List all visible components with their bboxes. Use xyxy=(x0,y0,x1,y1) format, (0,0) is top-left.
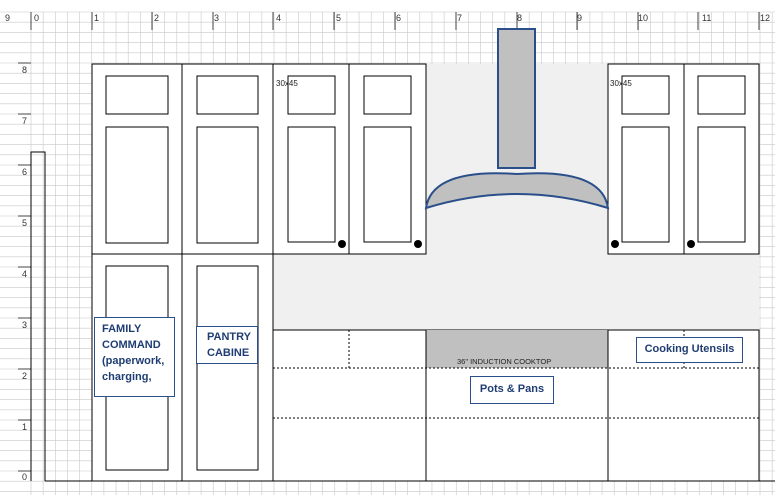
door-panel xyxy=(697,75,746,115)
family-command-label: FAMILY COMMAND (paperwork, charging, xyxy=(94,317,175,397)
left-ruler: 8 7 6 5 4 3 2 1 0 xyxy=(22,65,27,482)
ruler-top-1: 1 xyxy=(94,13,99,23)
ruler-top-0: 0 xyxy=(34,13,39,23)
tall-cabinet-pantry xyxy=(181,63,274,482)
cabinet-size-label: 30x45 xyxy=(276,79,298,88)
pots-pans-label: Pots & Pans xyxy=(470,376,554,404)
ruler-top-9b: 9 xyxy=(577,13,582,23)
hood-chimney xyxy=(497,28,536,169)
knob-icon xyxy=(611,240,619,248)
ruler-top-2: 2 xyxy=(154,13,159,23)
door-panel xyxy=(196,126,259,244)
ruler-left-2: 2 xyxy=(22,371,27,381)
ruler-left-5: 5 xyxy=(22,218,27,228)
ruler-top-11: 11 xyxy=(702,13,711,23)
ruler-top-7: 7 xyxy=(457,13,462,23)
door-panel xyxy=(621,126,670,243)
top-ruler: 9 0 1 2 3 4 5 6 7 8 9 10 11 12 xyxy=(5,13,770,23)
ruler-left-3: 3 xyxy=(22,320,27,330)
ruler-top-3: 3 xyxy=(214,13,219,23)
ruler-left-4: 4 xyxy=(22,269,27,279)
ruler-top-6: 6 xyxy=(396,13,401,23)
ruler-top-12: 12 xyxy=(760,13,770,23)
upper-cabinets-left xyxy=(272,63,427,255)
door-panel xyxy=(105,75,169,115)
door-panel xyxy=(363,126,412,243)
ruler-left-8: 8 xyxy=(22,65,27,75)
ruler-left-0: 0 xyxy=(22,472,27,482)
ruler-left-7: 7 xyxy=(22,116,27,126)
ruler-top-10: 10 xyxy=(638,13,648,23)
door-panel xyxy=(196,75,259,115)
ruler-left-6: 6 xyxy=(22,167,27,177)
cooktop-label: 36" INDUCTION COOKTOP xyxy=(457,357,552,366)
ruler-top-9: 9 xyxy=(5,13,10,23)
knob-icon xyxy=(687,240,695,248)
ruler-left-1: 1 xyxy=(22,422,27,432)
door-panel xyxy=(697,126,746,243)
door-panel xyxy=(196,265,259,471)
ruler-top-5: 5 xyxy=(336,13,341,23)
door-panel xyxy=(105,126,169,244)
tall-cabinet-family-command xyxy=(91,63,183,482)
door-panel xyxy=(363,75,412,115)
pantry-label: PANTRY CABINE xyxy=(196,326,258,364)
knob-icon xyxy=(338,240,346,248)
elevation-drawing: 9 0 1 2 3 4 5 6 7 8 9 10 11 12 8 7 6 5 4… xyxy=(0,0,775,495)
backsplash xyxy=(273,254,759,330)
upper-cabinets-right xyxy=(607,63,760,255)
knob-icon xyxy=(414,240,422,248)
ruler-top-4: 4 xyxy=(276,13,281,23)
ruler-top-8: 8 xyxy=(517,13,522,23)
door-panel xyxy=(287,126,336,243)
elevation-svg: 9 0 1 2 3 4 5 6 7 8 9 10 11 12 8 7 6 5 4… xyxy=(0,11,775,495)
cooking-utensils-label: Cooking Utensils xyxy=(636,337,743,363)
cabinet-size-label: 30x45 xyxy=(610,79,632,88)
